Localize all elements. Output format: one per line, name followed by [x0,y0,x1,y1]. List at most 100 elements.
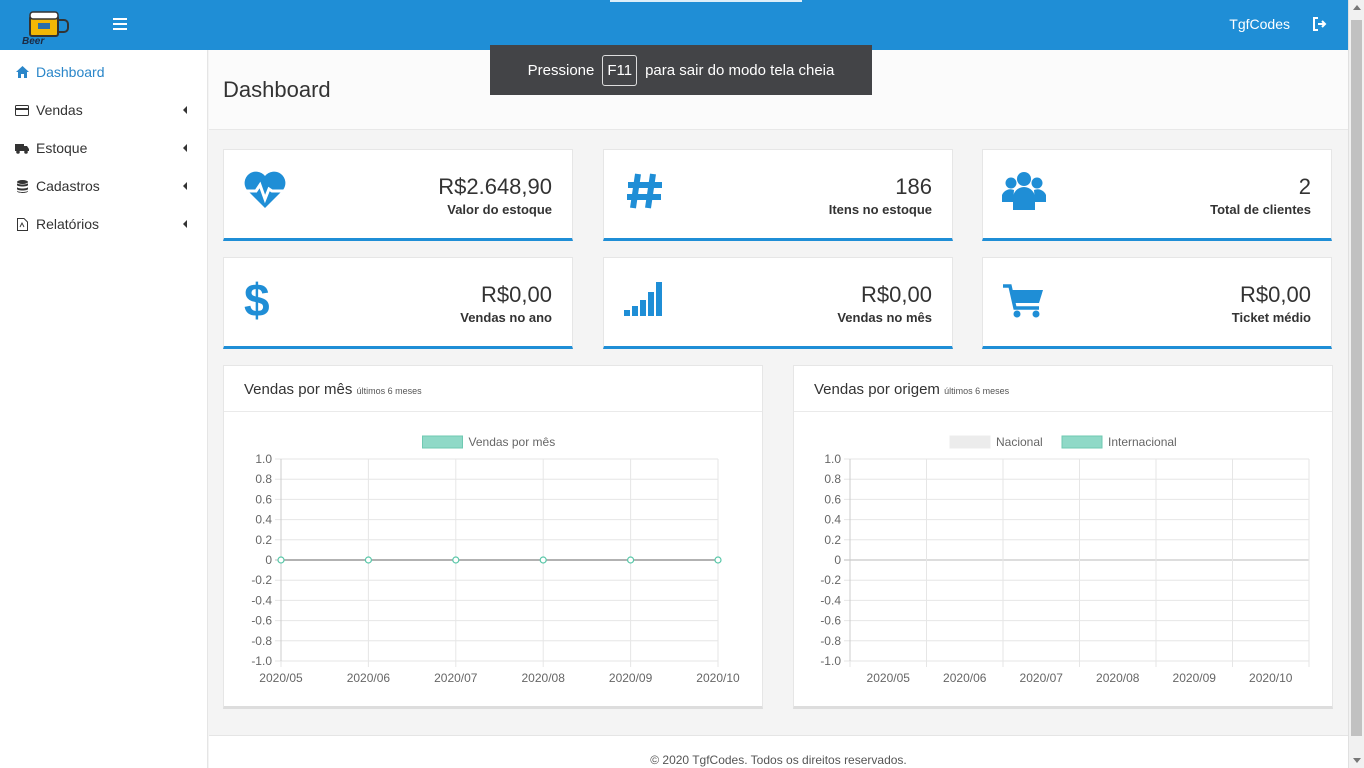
card-stock-value: R$2.648,90 Valor do estoque [223,149,573,241]
panel-sales-by-origin: Vendas por origem últimos 6 meses Nacion… [793,365,1333,709]
y-tick-label: -0.2 [251,573,272,587]
y-tick-label: -1.0 [820,654,841,668]
y-tick-label: 0 [834,553,841,567]
x-tick-label: 2020/10 [696,671,740,685]
y-tick-label: 0.6 [255,492,272,506]
legend-swatch [422,435,463,449]
x-tick-label: 2020/06 [347,671,391,685]
card-label: Vendas no mês [837,310,932,325]
data-point [364,556,372,564]
card-value: 2 [1298,174,1311,199]
card-label: Total de clientes [1210,202,1311,217]
scroll-down-arrow-icon[interactable] [1353,758,1361,763]
y-tick-label: -0.8 [251,634,272,648]
panel-title-text: Vendas por mês [244,381,353,398]
fullscreen-notice: Pressione F11 para sair do modo tela che… [490,45,872,95]
y-tick-label: -0.4 [820,593,841,607]
file-pdf-icon [15,217,29,231]
card-label: Valor do estoque [447,202,552,217]
y-tick-label: -0.8 [820,634,841,648]
user-menu[interactable]: TgfCodes [1229,16,1290,32]
y-tick-label: -0.6 [820,614,841,628]
panel-sales-by-month: Vendas por mês últimos 6 meses Vendas po… [223,365,763,709]
y-tick-label: 0.2 [255,533,272,547]
scroll-up-arrow-icon[interactable] [1353,5,1361,10]
y-tick-label: 0.8 [824,472,841,486]
footer-text: © 2020 TgfCodes. Todos os direitos reser… [650,753,907,767]
panel-title-text: Vendas por origem [814,381,940,398]
beer-logo[interactable]: Beer [18,10,80,46]
sidebar-item-vendas[interactable]: Vendas [0,91,207,129]
cart-icon [1003,284,1043,318]
card-value: R$0,00 [861,282,932,307]
credit-card-icon [15,103,29,117]
caret-left-icon [183,144,187,152]
data-point [452,556,460,564]
x-tick-label: 2020/09 [1173,671,1217,685]
sidebar-item-label: Estoque [36,140,88,156]
x-tick-label: 2020/07 [1020,671,1064,685]
legend-label: Vendas por mês [469,435,556,449]
card-value: R$0,00 [1240,282,1311,307]
card-value: R$0,00 [481,282,552,307]
y-tick-label: 0 [265,553,272,567]
sidebar-item-dashboard[interactable]: Dashboard [0,53,207,91]
x-tick-label: 2020/09 [609,671,653,685]
users-icon [1002,172,1046,210]
card-value: 186 [895,174,932,199]
main-content: Dashboard R$2.648,90 Valor do estoque 18… [209,50,1348,768]
scrollbar-thumb[interactable] [1351,20,1362,736]
sidebar-item-estoque[interactable]: Estoque [0,129,207,167]
data-point [714,556,722,564]
page-title: Dashboard [223,77,331,102]
y-tick-label: 0.6 [824,492,841,506]
card-sales-month: R$0,00 Vendas no mês [603,257,953,349]
card-sales-year: $ R$0,00 Vendas no ano [223,257,573,349]
x-tick-label: 2020/07 [434,671,478,685]
card-label: Ticket médio [1231,310,1311,325]
y-tick-label: 0.2 [824,533,841,547]
truck-icon [15,141,29,155]
logout-icon[interactable] [1312,15,1328,33]
card-value: R$2.648,90 [438,174,552,199]
y-tick-label: -0.6 [251,614,272,628]
x-tick-label: 2020/06 [943,671,987,685]
legend-label: Nacional [996,435,1043,449]
hashtag-icon [627,173,662,209]
top-navbar: Beer TgfCodes [0,0,1348,50]
bar-chart-sales-by-origin: Nacional Internacional 1.0 0.8 0.6 0.4 0.2 0 -0.… [820,435,1310,685]
x-tick-label: 2020/05 [867,671,911,685]
x-tick-label: 2020/08 [522,671,566,685]
y-tick-label: -1.0 [251,654,272,668]
caret-left-icon [183,106,187,114]
sidebar-item-cadastros[interactable]: Cadastros [0,167,207,205]
svg-text:$: $ [244,276,270,322]
dollar-icon: $ [244,276,270,322]
y-tick-label: 1.0 [824,452,841,466]
caret-left-icon [183,182,187,190]
y-tick-label: 1.0 [255,452,272,466]
hamburger-icon [113,18,127,30]
sidebar-item-relatorios[interactable]: Relatórios [0,205,207,243]
panel-title: Vendas por origem últimos 6 meses [794,366,1332,412]
card-total-clients: 2 Total de clientes [982,149,1332,241]
sidebar-item-label: Relatórios [36,216,100,232]
y-tick-label: -0.2 [820,573,841,587]
y-tick-label: 0.4 [824,513,841,527]
heartbeat-icon [244,171,286,208]
card-label: Itens no estoque [828,202,932,217]
signal-icon [624,282,662,316]
browser-tab-strip [610,0,802,2]
vertical-scrollbar[interactable] [1348,0,1364,768]
y-tick-label: 0.4 [255,513,272,527]
data-point [539,556,547,564]
menu-toggle-button[interactable] [110,13,130,35]
x-tick-label: 2020/05 [259,671,303,685]
sidebar-item-label: Vendas [36,102,83,118]
x-tick-label: 2020/10 [1249,671,1293,685]
x-tick-label: 2020/08 [1096,671,1140,685]
legend-swatch [949,435,991,449]
legend-swatch [1061,435,1103,449]
line-chart-sales-by-month: Vendas por mês 1.0 0.8 0.6 0.4 0.2 0 -0.2 -0.4 -0… [251,435,740,685]
panel-title: Vendas por mês últimos 6 meses [224,366,762,412]
